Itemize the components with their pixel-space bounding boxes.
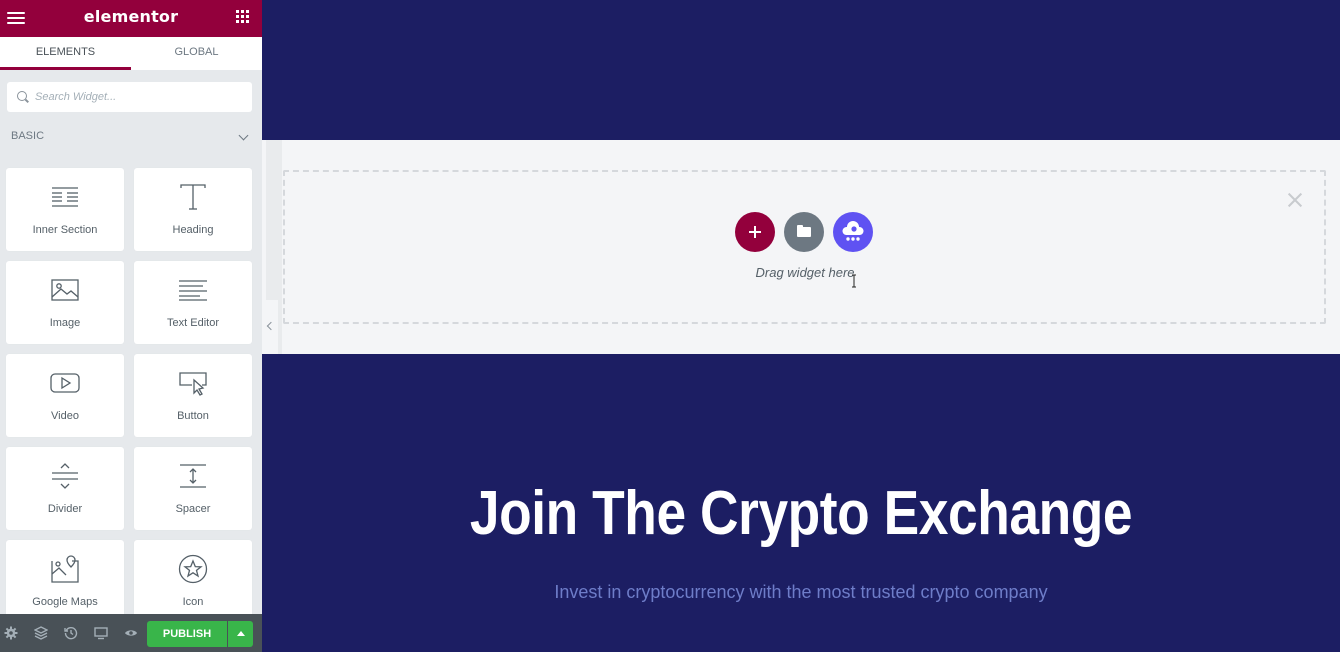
brand-logo: elementor (83, 7, 179, 26)
chevron-down-icon (238, 130, 249, 141)
tab-global[interactable]: GLOBAL (131, 37, 262, 70)
settings-icon[interactable] (4, 626, 18, 640)
widget-label: Google Maps (32, 596, 98, 608)
widgets-grid-icon[interactable] (236, 10, 249, 23)
widget-label: Text Editor (167, 317, 219, 329)
widget-icon[interactable]: Icon (134, 540, 252, 623)
collapse-panel-handle[interactable] (262, 300, 278, 354)
button-icon (179, 372, 207, 396)
hero-title: Join The Crypto Exchange (469, 479, 1133, 548)
widget-heading[interactable]: Heading (134, 168, 252, 251)
widget-label: Divider (47, 503, 83, 515)
panel-tabs: ELEMENTS GLOBAL (0, 37, 262, 70)
widget-google-maps[interactable]: Google Maps (6, 540, 124, 623)
widget-button[interactable]: Button (134, 354, 252, 437)
cloud-icon (842, 221, 864, 241)
responsive-icon[interactable] (94, 626, 108, 640)
add-section-button[interactable] (735, 212, 775, 252)
star-icon (178, 554, 208, 584)
category-basic-header[interactable]: BASIC (11, 130, 251, 146)
spacer-icon (180, 464, 206, 488)
divider-icon (52, 463, 78, 489)
widget-video[interactable]: Video (6, 354, 124, 437)
text-cursor-icon (852, 274, 856, 288)
google-maps-icon (51, 555, 79, 583)
widget-label: Inner Section (32, 224, 98, 236)
image-icon (51, 279, 79, 301)
preview-icon[interactable] (124, 626, 138, 640)
plugin-template-button[interactable] (833, 212, 873, 252)
search-input[interactable] (35, 82, 245, 112)
heading-icon (180, 184, 206, 210)
widget-image[interactable]: Image (6, 261, 124, 344)
widget-spacer[interactable]: Spacer (134, 447, 252, 530)
text-editor-icon (179, 280, 207, 301)
navigator-icon[interactable] (34, 626, 48, 640)
tab-elements[interactable]: ELEMENTS (0, 37, 131, 70)
add-template-button[interactable] (784, 212, 824, 252)
widget-inner-section[interactable]: Inner Section (6, 168, 124, 251)
widget-label: Heading (172, 224, 214, 236)
publish-button[interactable]: PUBLISH (147, 621, 227, 647)
widget-label: Icon (182, 596, 204, 608)
video-icon (50, 373, 80, 393)
widget-label: Image (49, 317, 81, 329)
drag-widget-hint: Drag widget here (755, 265, 855, 280)
panel-header: elementor (0, 0, 262, 37)
search-icon (17, 91, 27, 101)
widget-label: Spacer (175, 503, 211, 515)
widget-label: Video (51, 410, 79, 422)
publish-options-caret-icon[interactable] (228, 621, 253, 647)
category-label: BASIC (11, 130, 45, 142)
inner-section-icon (52, 187, 78, 207)
widget-divider[interactable]: Divider (6, 447, 124, 530)
hero-subtitle: Invest in cryptocurrency with the most t… (554, 582, 1048, 602)
search-box (7, 82, 252, 112)
history-icon[interactable] (64, 626, 78, 640)
folder-icon (797, 225, 811, 237)
widget-text-editor[interactable]: Text Editor (134, 261, 252, 344)
editor-panel: elementor ELEMENTS GLOBAL BASIC Inner Se… (0, 0, 262, 652)
widget-label: Button (177, 410, 209, 422)
close-icon[interactable] (1287, 192, 1303, 208)
